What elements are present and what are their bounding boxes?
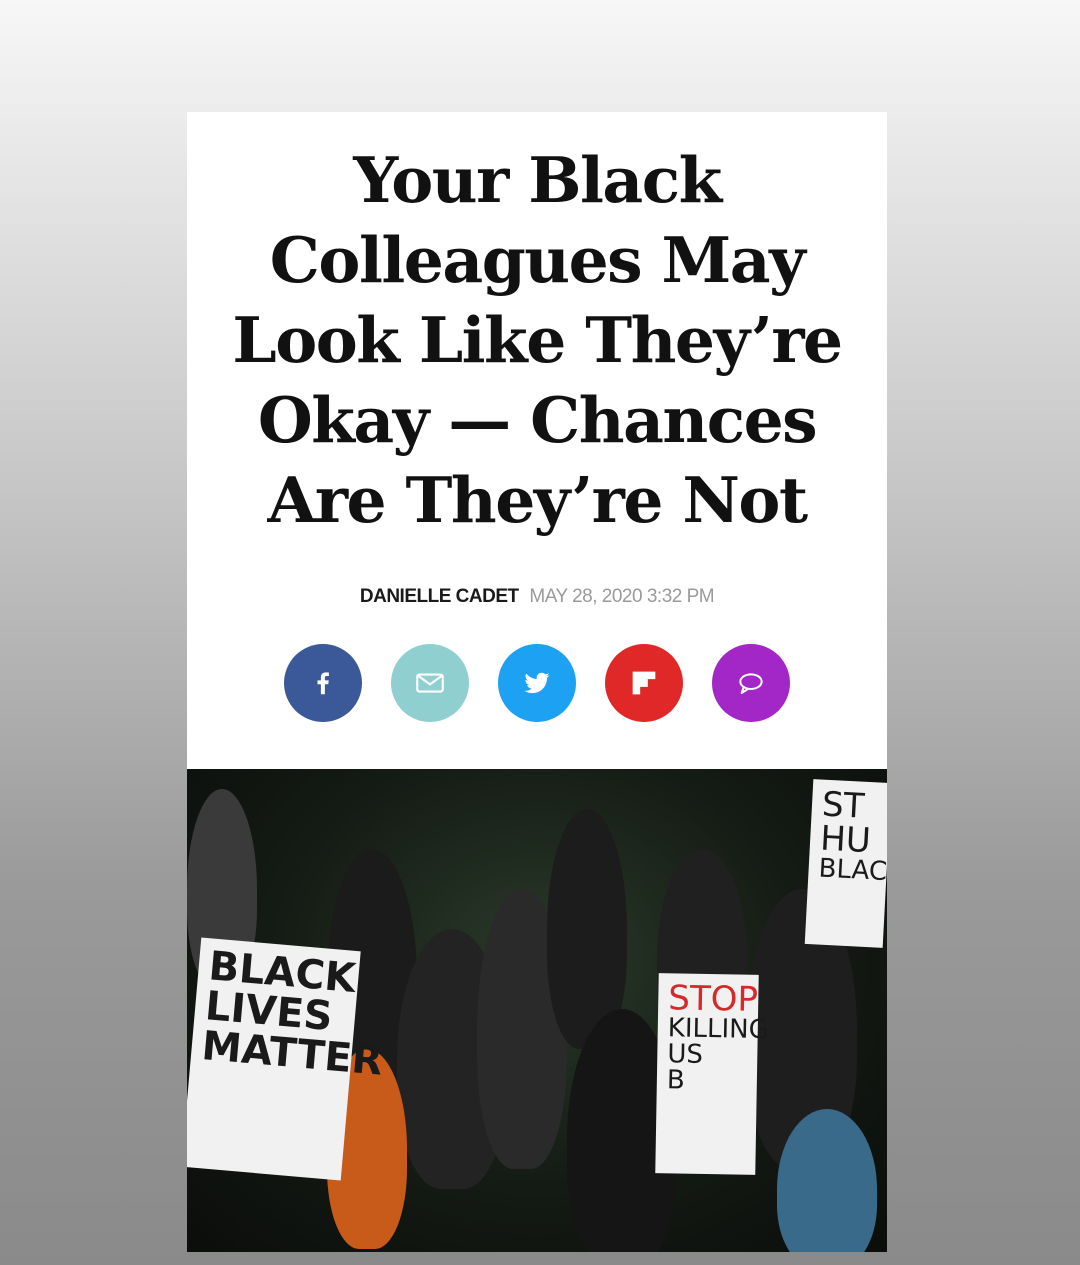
article-headline: Your Black Colleagues May Look Like They…	[232, 143, 843, 537]
flipboard-share-button[interactable]	[605, 644, 683, 722]
protest-sign-stop-killing-us: STOP KILLING US B	[655, 973, 769, 1175]
mail-icon	[416, 673, 444, 693]
email-share-button[interactable]	[391, 644, 469, 722]
comment-icon	[739, 673, 763, 694]
article-card: Your Black Colleagues May Look Like They…	[187, 112, 887, 1252]
sign-text: BLAC	[817, 853, 887, 888]
byline: DANIELLE CADET MAY 28, 2020 3:32 PM	[187, 586, 887, 608]
sign-text: MATTER	[199, 1023, 385, 1085]
share-buttons	[187, 644, 887, 722]
sign-text: STOP	[667, 978, 759, 1020]
comments-button[interactable]	[712, 644, 790, 722]
publish-date: MAY 28, 2020 3:32 PM	[529, 586, 715, 607]
protest-sign-right: ST HU BLAC	[804, 779, 887, 948]
article-hero-photo: BLACK LIVES MATTER STOP KILLING US B ST …	[187, 769, 887, 1252]
protester-silhouette	[777, 1109, 877, 1252]
twitter-icon	[524, 672, 550, 694]
author-name[interactable]: DANIELLE CADET	[360, 586, 519, 607]
protest-sign-black-lives-matter: BLACK LIVES MATTER	[187, 937, 385, 1181]
bottom-edge	[187, 1252, 887, 1265]
flipboard-icon	[632, 671, 656, 695]
twitter-share-button[interactable]	[498, 644, 576, 722]
sign-text: B	[666, 1065, 685, 1096]
facebook-icon	[317, 672, 329, 695]
facebook-share-button[interactable]	[284, 644, 362, 722]
